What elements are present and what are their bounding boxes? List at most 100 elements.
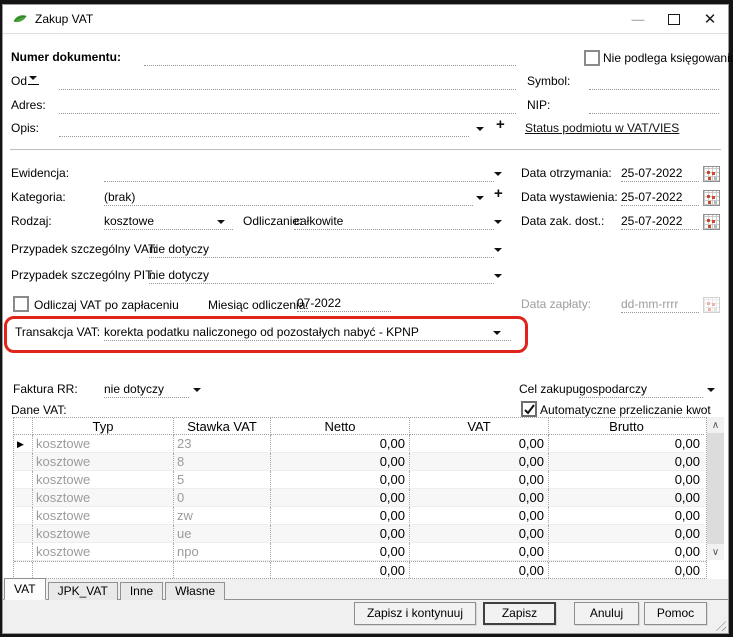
cell-brutto[interactable]: 0,00 bbox=[549, 453, 704, 471]
miesiac-odliczenia-input[interactable]: 07-2022 bbox=[297, 295, 391, 312]
faktura-rr-dropdown-arrow-icon[interactable] bbox=[193, 388, 201, 392]
cell-vat[interactable]: 0,00 bbox=[410, 453, 549, 471]
table-scrollbar[interactable]: ∧ ∨ bbox=[707, 417, 724, 560]
scrollbar-up-icon[interactable]: ∧ bbox=[707, 417, 724, 433]
cell-netto[interactable]: 0,00 bbox=[271, 471, 410, 489]
odliczanie-combo[interactable]: całkowite bbox=[294, 213, 494, 230]
calendar-icon[interactable] bbox=[703, 214, 720, 230]
cell-brutto[interactable]: 0,00 bbox=[549, 489, 704, 507]
table-row[interactable]: kosztowe ue 0,00 0,00 0,00 bbox=[14, 525, 706, 543]
calendar-icon[interactable] bbox=[703, 190, 720, 206]
cell-stawka[interactable]: zw bbox=[174, 507, 271, 525]
maximize-icon[interactable] bbox=[656, 5, 692, 33]
table-row[interactable]: kosztowe 8 0,00 0,00 0,00 bbox=[14, 453, 706, 471]
transakcja-vat-combo[interactable]: korekta podatku naliczonego od pozostały… bbox=[104, 324, 511, 341]
nie-podlega-checkbox[interactable] bbox=[584, 50, 600, 66]
transakcja-vat-dropdown-arrow-icon[interactable] bbox=[493, 331, 501, 335]
cell-stawka[interactable]: 23 bbox=[174, 435, 271, 453]
data-zak-dost-input[interactable]: 25-07-2022 bbox=[621, 213, 699, 230]
nip-input[interactable] bbox=[589, 97, 719, 114]
table-row[interactable]: ▶ kosztowe 23 0,00 0,00 0,00 bbox=[14, 435, 706, 453]
opis-dropdown-arrow-icon[interactable] bbox=[476, 127, 484, 131]
table-row[interactable]: kosztowe zw 0,00 0,00 0,00 bbox=[14, 507, 706, 525]
faktura-rr-combo[interactable]: nie dotyczy bbox=[104, 381, 189, 398]
symbol-input[interactable] bbox=[589, 73, 719, 90]
data-otrzymania-input[interactable]: 25-07-2022 bbox=[621, 165, 699, 182]
cell-stawka[interactable]: 8 bbox=[174, 453, 271, 471]
od-input[interactable] bbox=[59, 73, 516, 90]
cell-netto[interactable]: 0,00 bbox=[271, 543, 410, 561]
cell-brutto[interactable]: 0,00 bbox=[549, 435, 704, 453]
cell-netto[interactable]: 0,00 bbox=[271, 453, 410, 471]
cell-brutto[interactable]: 0,00 bbox=[549, 543, 704, 561]
kategoria-dropdown-arrow-icon[interactable] bbox=[476, 196, 484, 200]
cell-vat[interactable]: 0,00 bbox=[410, 543, 549, 561]
opis-add-icon[interactable]: + bbox=[496, 117, 505, 132]
cell-typ[interactable]: kosztowe bbox=[33, 435, 174, 453]
miesiac-odliczenia-label: Miesiąc odliczenia: bbox=[208, 298, 309, 312]
ewidencja-combo[interactable] bbox=[104, 165, 494, 182]
close-icon[interactable]: ✕ bbox=[692, 5, 728, 33]
cancel-button[interactable]: Anuluj bbox=[574, 602, 639, 625]
tab-wlasne[interactable]: Własne bbox=[165, 582, 226, 600]
help-button[interactable]: Pomoc bbox=[644, 602, 707, 625]
cell-netto[interactable]: 0,00 bbox=[271, 525, 410, 543]
cell-stawka[interactable]: 5 bbox=[174, 471, 271, 489]
cell-brutto[interactable]: 0,00 bbox=[549, 471, 704, 489]
data-zaplaty-input[interactable]: dd-mm-rrrr bbox=[621, 296, 699, 313]
od-dropdown-label[interactable]: Od bbox=[11, 73, 40, 89]
cell-brutto[interactable]: 0,00 bbox=[549, 525, 704, 543]
vat-vies-status-link[interactable]: Status podmiotu w VAT/VIES bbox=[525, 120, 679, 136]
przypadek-pit-combo[interactable]: nie dotyczy bbox=[149, 267, 494, 284]
scrollbar-thumb[interactable] bbox=[707, 433, 724, 544]
cell-stawka[interactable]: 0 bbox=[174, 489, 271, 507]
odliczanie-dropdown-arrow-icon[interactable] bbox=[494, 220, 502, 224]
resize-grip-icon[interactable] bbox=[713, 618, 726, 631]
cell-vat[interactable]: 0,00 bbox=[410, 489, 549, 507]
cell-stawka[interactable]: npo bbox=[174, 543, 271, 561]
numer-dokumentu-input[interactable] bbox=[144, 49, 516, 66]
cell-stawka[interactable]: ue bbox=[174, 525, 271, 543]
scrollbar-down-icon[interactable]: ∨ bbox=[707, 544, 724, 560]
cel-zakupu-combo[interactable]: gospodarczy bbox=[579, 381, 703, 398]
adres-input[interactable] bbox=[59, 97, 516, 114]
przypadek-pit-dropdown-arrow-icon[interactable] bbox=[494, 274, 502, 278]
rodzaj-dropdown-arrow-icon[interactable] bbox=[217, 220, 225, 224]
przypadek-vat-combo[interactable]: nie dotyczy bbox=[149, 241, 494, 258]
cell-vat[interactable]: 0,00 bbox=[410, 525, 549, 543]
header-brutto: Brutto bbox=[549, 418, 704, 435]
cel-zakupu-dropdown-arrow-icon[interactable] bbox=[707, 388, 715, 392]
cell-typ[interactable]: kosztowe bbox=[33, 543, 174, 561]
cell-vat[interactable]: 0,00 bbox=[410, 471, 549, 489]
data-wystawienia-input[interactable]: 25-07-2022 bbox=[621, 189, 699, 206]
cell-typ[interactable]: kosztowe bbox=[33, 507, 174, 525]
save-button[interactable]: Zapisz bbox=[483, 602, 556, 625]
cell-typ[interactable]: kosztowe bbox=[33, 525, 174, 543]
auto-przeliczanie-checkbox[interactable] bbox=[521, 401, 537, 417]
cell-typ[interactable]: kosztowe bbox=[33, 453, 174, 471]
tab-inne[interactable]: Inne bbox=[119, 582, 164, 600]
cell-typ[interactable]: kosztowe bbox=[33, 471, 174, 489]
calendar-icon[interactable] bbox=[703, 166, 720, 182]
cell-vat[interactable]: 0,00 bbox=[410, 435, 549, 453]
cell-typ[interactable]: kosztowe bbox=[33, 489, 174, 507]
tab-vat[interactable]: VAT bbox=[4, 578, 46, 600]
opis-input[interactable] bbox=[59, 120, 469, 137]
table-row[interactable]: kosztowe 5 0,00 0,00 0,00 bbox=[14, 471, 706, 489]
cell-brutto[interactable]: 0,00 bbox=[549, 507, 704, 525]
table-row[interactable]: kosztowe 0 0,00 0,00 0,00 bbox=[14, 489, 706, 507]
kategoria-combo[interactable]: (brak) bbox=[104, 189, 473, 206]
kategoria-add-icon[interactable]: + bbox=[494, 186, 503, 201]
cell-netto[interactable]: 0,00 bbox=[271, 489, 410, 507]
table-row[interactable]: kosztowe npo 0,00 0,00 0,00 bbox=[14, 543, 706, 561]
tab-jpk-vat[interactable]: JPK_VAT bbox=[47, 582, 118, 600]
odliczaj-vat-checkbox[interactable] bbox=[13, 296, 29, 312]
save-continue-button[interactable]: Zapisz i kontynuuj bbox=[354, 602, 476, 625]
cell-vat[interactable]: 0,00 bbox=[410, 507, 549, 525]
cell-netto[interactable]: 0,00 bbox=[271, 435, 410, 453]
minimize-icon[interactable]: — bbox=[620, 5, 656, 33]
rodzaj-combo[interactable]: kosztowe bbox=[104, 213, 233, 230]
ewidencja-dropdown-arrow-icon[interactable] bbox=[494, 172, 502, 176]
cell-netto[interactable]: 0,00 bbox=[271, 507, 410, 525]
przypadek-vat-dropdown-arrow-icon[interactable] bbox=[494, 248, 502, 252]
